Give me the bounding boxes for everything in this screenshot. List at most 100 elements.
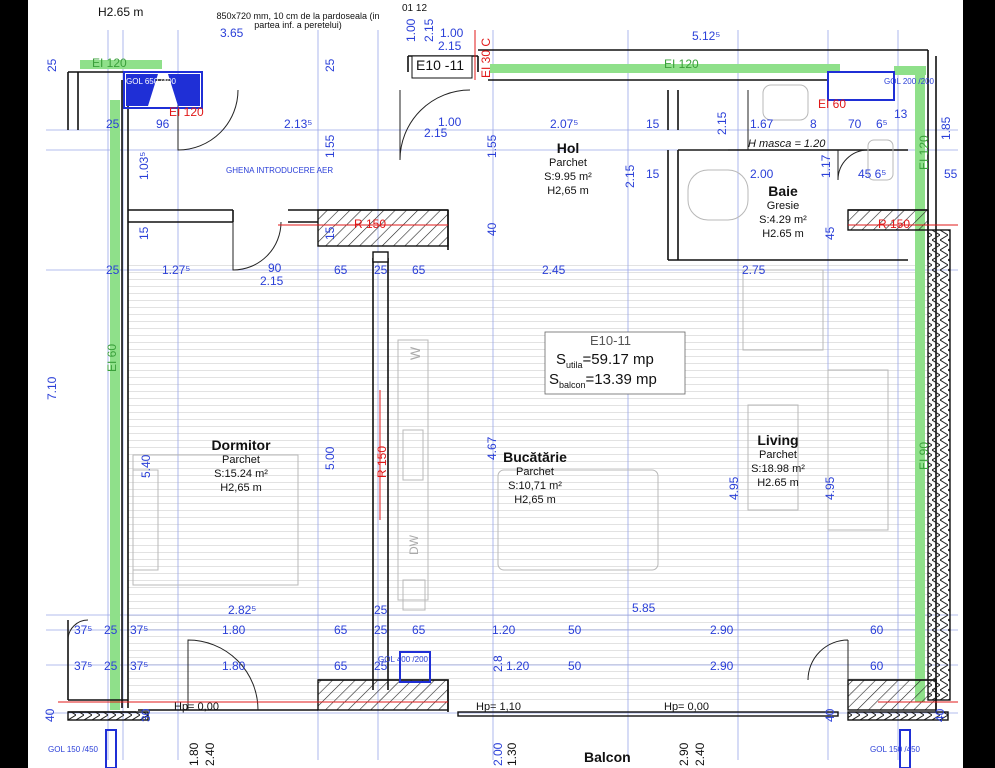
room-floor: Parchet [222,454,260,466]
dim-label: 8 [810,117,817,131]
room-floor: Parchet [549,157,587,169]
dim-label: 7.10 [45,376,59,400]
dim-label: 40 [43,708,57,722]
dim-label: 25 [374,623,388,637]
dim-label: 1.85 [939,116,953,140]
dim-label: 2.8 [491,655,505,672]
door-code: EI 30 C [479,37,493,78]
dim-label: 25 [104,623,118,637]
room-height: H2.65 m [757,477,799,489]
dim-label: 1.67 [750,117,774,131]
dim-label: 2.45 [542,263,566,277]
dim-label: 2.13⁵ [284,117,313,131]
dim-label: 50 [568,623,582,637]
r150-label-a: R 150 [354,217,387,231]
dim-label: 2.15 [424,126,448,140]
dim-label: 15 [137,226,151,240]
dim-label: 65 [412,623,426,637]
dim-label: 40 [485,222,499,236]
sbalcon-line: Sbalcon=13.39 mp [549,371,657,390]
hp-label-2: Hp= 1,10 [476,701,521,713]
hp-label-3: Hp= 0,00 [664,701,709,713]
ei60-red-label: EI 60 [818,97,847,111]
right-frame-border [963,0,995,768]
dim-label: 1.20 [506,659,530,673]
gol-bottom-right-label: GOL 150 /450 [870,745,920,754]
dim-label: 5.40 [139,454,153,478]
room-height: H2,65 m [220,482,262,494]
dim-label: 96 [156,117,170,131]
dim-label: 37⁵ [74,623,93,637]
dim-label: 65 [334,659,348,673]
ei120-right-label: EI 120 [917,135,931,170]
room-height: H2.65 m [762,228,804,240]
dim-label: 30 [139,708,153,722]
dim-label: 37⁵ [74,659,93,673]
gol-top-label: GOL 650 /400 [126,77,176,86]
room-hol: Hol Parchet S:9.95 m² H2,65 m [528,141,608,197]
dim-label: 90 [268,261,282,275]
room-name: Bucătărie [503,449,567,465]
room-balcon: Balcon [584,749,631,765]
dim-label: 1.27⁵ [162,263,191,277]
dim-label: 5.12⁵ [692,29,721,43]
dim-label: 1.80 [222,623,246,637]
washer-label: W [407,346,423,360]
dim-label: 15 [323,226,337,240]
ei60-left-label: EI 60 [105,343,119,372]
ei90-right-label: EI 90 [917,441,931,470]
dim-label: 45 6⁵ [858,167,887,181]
dim-label: 60 [870,623,884,637]
dim-label: 70 [848,117,862,131]
room-floor: Parchet [516,466,554,478]
dim-label: 2.00 [750,167,774,181]
room-name: Living [757,432,799,448]
dim-label: 2.15 [623,164,637,188]
r150-label-b: R 150 [878,217,911,231]
dim-label: 65 [412,263,426,277]
dim-label: 15 [646,117,660,131]
dim-label: 2.15 [422,18,436,42]
dim-label: 25 [374,659,388,673]
top-tag: 01 12 [402,3,428,14]
dim-label: 1.55 [485,134,499,158]
floor-plan-sheet: H2.65 m 850x720 mm, 10 cm de la pardosea… [28,0,963,768]
gol-top-right-label: GOL 200 /200 [884,77,934,86]
room-area: S:18.98 m² [751,463,805,475]
room-name: Baie [768,183,798,199]
dim-label: 25 [374,603,388,617]
dim-label: 6⁵ [876,117,888,131]
dim-label: 45 [823,226,837,240]
room-area: S:4.29 m² [759,214,807,226]
dim-label: 2.90 [710,623,734,637]
r150-label-c: R 150 [375,445,389,478]
room-height: H2,65 m [514,494,556,506]
header-height-label: H2.65 m [98,5,144,19]
dim-label: 1.17 [819,154,833,178]
dim-label: 1.30 [505,742,519,766]
dim-label: 4.95 [823,476,837,500]
room-floor: Parchet [759,449,797,461]
dim-label: 1.20 [492,623,516,637]
dim-label: 50 [568,659,582,673]
dim-label: 4.95 [727,476,741,500]
room-height: H2,65 m [547,185,589,197]
dim-label: 2.40 [693,742,707,766]
dim-label: 2.00 [491,742,505,766]
dim-label: 55 [944,167,958,181]
dim-label: 25 [104,659,118,673]
dim-label: 40 [823,708,837,722]
dim-label: 25 [323,58,337,72]
summary-code: E10-11 [590,333,631,348]
room-baie: Baie Gresie S:4.29 m² H2.65 m [743,184,823,240]
sutila-line: Sutila=59.17 mp [556,351,654,370]
dim-label: 3.65 [220,26,244,40]
dim-label: 15 [646,167,660,181]
room-floor: Gresie [766,200,800,212]
dim-label: 5.00 [323,446,337,470]
dim-label: 1.00 [440,26,464,40]
ei120-red-label: EI 120 [169,105,204,119]
left-frame-border [0,0,28,768]
dim-label: 25 [45,58,59,72]
dim-label: 1.03⁵ [137,151,151,180]
